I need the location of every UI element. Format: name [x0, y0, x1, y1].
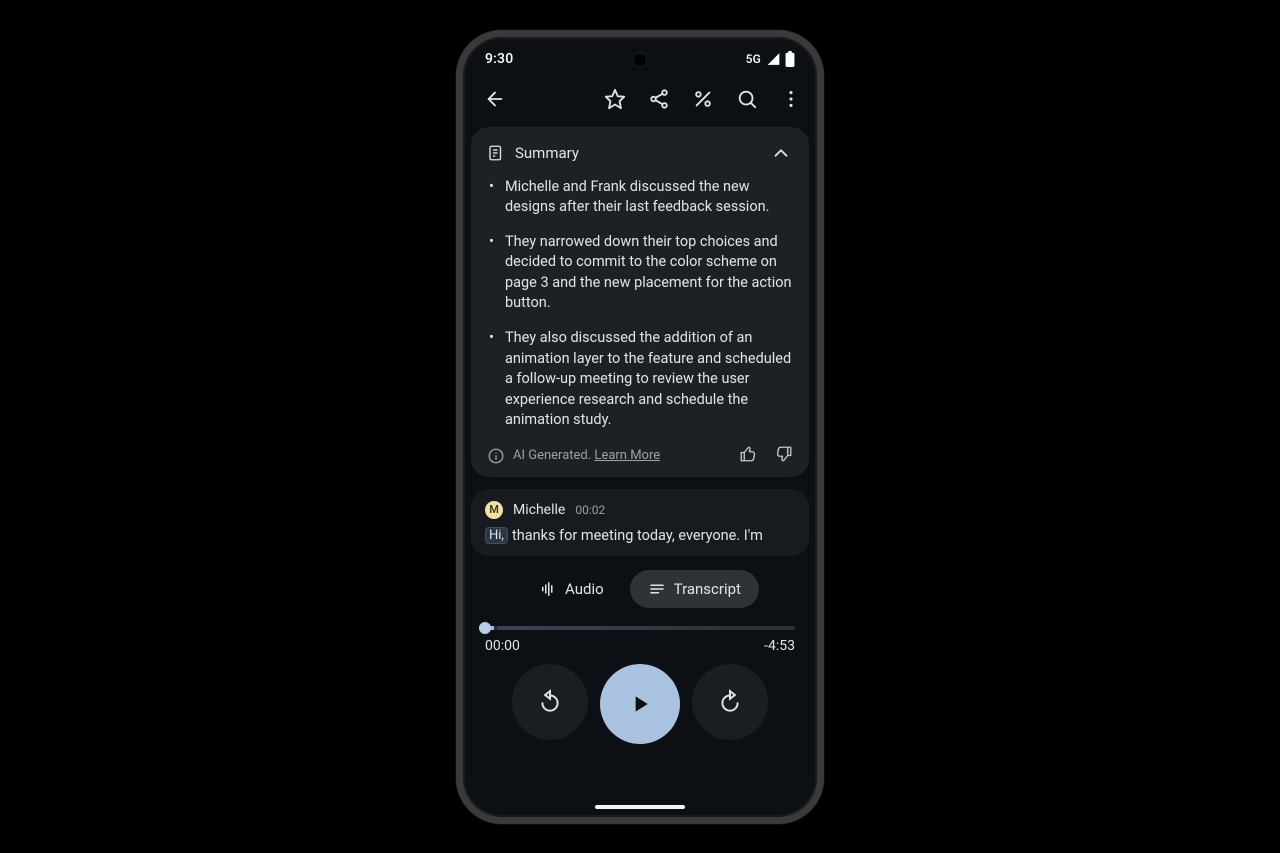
seek-thumb[interactable]	[479, 622, 491, 634]
elapsed-time: 00:00	[485, 638, 520, 654]
search-button[interactable]	[727, 79, 767, 119]
summary-item: They narrowed down their top choices and…	[487, 232, 793, 314]
summary-card: Summary Michelle and Frank discussed the…	[471, 127, 809, 477]
transcript-highlight: Hi,	[485, 527, 508, 544]
thumbs-up-button[interactable]	[739, 445, 757, 467]
player-controls	[471, 664, 809, 766]
speaker-timestamp: 00:02	[575, 503, 605, 517]
status-time: 9:30	[485, 51, 513, 67]
remaining-time: -4:53	[764, 638, 795, 654]
audio-tab[interactable]: Audio	[521, 570, 622, 608]
play-button[interactable]	[600, 664, 680, 744]
view-switcher: Audio Transcript	[471, 570, 809, 608]
ai-generated-label: AI Generated. Learn More	[513, 448, 660, 463]
network-type: 5G	[746, 52, 761, 66]
forward-button[interactable]	[692, 664, 768, 740]
app-bar	[463, 75, 817, 123]
star-button[interactable]	[595, 79, 635, 119]
speaker-name: Michelle	[513, 502, 565, 518]
info-icon	[487, 447, 505, 465]
phone-side-button	[823, 297, 824, 325]
seek-slider[interactable]	[485, 626, 795, 630]
speaker-avatar: M	[485, 501, 503, 519]
summary-item: They also discussed the addition of an a…	[487, 328, 793, 431]
share-button[interactable]	[639, 79, 679, 119]
learn-more-link[interactable]: Learn More	[594, 448, 660, 463]
summary-title: Summary	[515, 144, 579, 162]
collapse-summary-button[interactable]	[769, 141, 793, 165]
battery-icon	[785, 51, 795, 67]
back-button[interactable]	[475, 79, 515, 119]
summary-list: Michelle and Frank discussed the new des…	[487, 177, 793, 431]
summary-icon	[487, 144, 505, 162]
signal-icon	[766, 52, 781, 66]
crop-button[interactable]	[683, 79, 723, 119]
status-bar: 9:30 5G	[463, 43, 817, 75]
home-indicator[interactable]	[595, 805, 685, 809]
thumbs-down-button[interactable]	[775, 445, 793, 467]
rewind-button[interactable]	[512, 664, 588, 740]
transcript-tab[interactable]: Transcript	[630, 570, 759, 608]
transcript-text: Hi, thanks for meeting today, everyone. …	[485, 527, 795, 544]
transcript-snippet[interactable]: M Michelle 00:02 Hi, thanks for meeting …	[471, 489, 809, 556]
more-button[interactable]	[771, 79, 811, 119]
audio-tab-label: Audio	[565, 580, 604, 598]
summary-item: Michelle and Frank discussed the new des…	[487, 177, 793, 218]
transcript-tab-label: Transcript	[674, 580, 741, 598]
